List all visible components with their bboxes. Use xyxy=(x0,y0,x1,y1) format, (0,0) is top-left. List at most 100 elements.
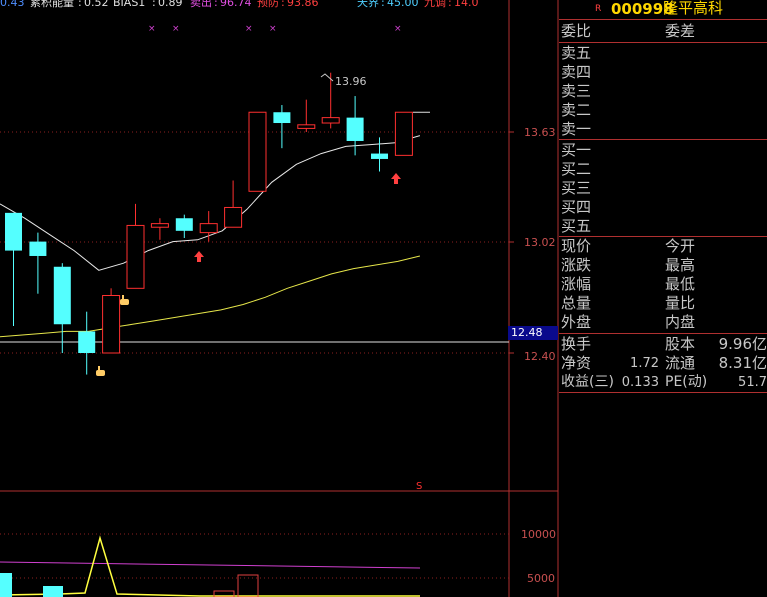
signal-marker: S xyxy=(416,481,422,492)
last-price-label: 12.48 xyxy=(508,326,558,340)
net-asset-value: 1.72 xyxy=(630,356,659,371)
buy-row-1: 买一 xyxy=(561,141,592,159)
panel-divider xyxy=(559,19,767,20)
y-tick-label: 12.40 xyxy=(524,350,556,363)
quote-label-vol-ratio: 量比 xyxy=(665,294,696,312)
energy-colon: : xyxy=(78,0,82,9)
stock-header: R xyxy=(595,0,601,19)
ma-short-line xyxy=(0,135,421,271)
eps-value: 0.133 xyxy=(621,375,659,390)
panel-divider xyxy=(559,392,767,393)
space-colon: : xyxy=(448,0,452,9)
volume-bar xyxy=(0,573,12,597)
candle-body xyxy=(126,224,145,289)
buy-arrow-icon xyxy=(194,251,204,262)
high-annotation: 13.96 xyxy=(335,75,367,88)
hand-pointer-icon xyxy=(120,295,129,305)
volume-ma-line xyxy=(0,561,421,569)
bias-value: 0.89 xyxy=(158,0,183,9)
space-value: 14.0 xyxy=(454,0,479,9)
bias-label: BIAS1 xyxy=(113,0,146,9)
sky-colon: : xyxy=(381,0,385,9)
warn-value: 93.86 xyxy=(287,0,319,9)
candle-body xyxy=(150,223,169,228)
pe-value: 51.7 xyxy=(738,375,767,390)
volume-pane xyxy=(0,535,421,597)
markers-group: × × × × × 13.96 S xyxy=(96,24,422,492)
buy-row-2: 买二 xyxy=(561,160,592,178)
quote-label-volume: 总量 xyxy=(561,294,592,312)
space-label: 九调 xyxy=(424,0,446,9)
indicator-first-value: 0.43 xyxy=(0,0,25,9)
candle-body xyxy=(102,295,121,354)
y-tick-label: 13.02 xyxy=(524,236,556,249)
net-asset-label: 净资 xyxy=(561,354,592,372)
pe-label: PE(动) xyxy=(665,374,708,390)
float-label: 流通 xyxy=(665,354,696,372)
candle-body xyxy=(175,218,193,231)
energy-label: 累积能量 xyxy=(30,0,74,9)
indicator-bar: 0.43 累积能量 : 0.52 BIAS1 : 0.89 卖出 : 96.74… xyxy=(0,0,510,12)
quote-label-change: 涨跌 xyxy=(561,256,592,274)
sell-row-3: 卖三 xyxy=(561,82,592,100)
ma-short-path xyxy=(0,135,421,271)
quote-label-change-pct: 涨幅 xyxy=(561,275,592,293)
quote-label-high: 最高 xyxy=(665,256,696,274)
candle-body xyxy=(53,266,71,325)
candle-body xyxy=(29,241,47,256)
quote-label-inner: 内盘 xyxy=(665,313,696,331)
y-tick-label: 13.63 xyxy=(524,126,556,139)
x-marker: × xyxy=(172,24,180,34)
candle-body xyxy=(248,111,267,192)
candle-body xyxy=(394,111,413,156)
panel-divider xyxy=(559,236,767,237)
share-cap-value: 9.96亿 xyxy=(718,335,767,353)
sell-row-2: 卖二 xyxy=(561,101,592,119)
buy-row-4: 买四 xyxy=(561,198,592,216)
sky-label: 天界 xyxy=(357,0,379,9)
x-marker: × xyxy=(269,24,277,34)
quote-label-price: 现价 xyxy=(561,237,592,255)
wei-cha-label: 委差 xyxy=(665,22,696,40)
eps-label: 收益(三) xyxy=(561,374,614,390)
quote-panel: R 000998 隆平高科 委比 委差 卖五 卖四 卖三 卖二 卖一 买一 买二… xyxy=(559,0,767,597)
buy-row-3: 买三 xyxy=(561,179,592,197)
share-cap-label: 股本 xyxy=(665,335,696,353)
buy-arrow-icon xyxy=(391,173,401,184)
warn-colon: : xyxy=(281,0,285,9)
sell-row-4: 卖四 xyxy=(561,63,592,81)
volume-bar xyxy=(43,586,63,597)
turnover-label: 换手 xyxy=(561,335,592,353)
candle-body xyxy=(5,212,22,251)
candle-body xyxy=(78,331,96,353)
candles-group xyxy=(5,72,430,375)
x-marker: × xyxy=(394,24,402,34)
bias-colon: : xyxy=(152,0,156,9)
sell-label: 卖出 xyxy=(190,0,212,9)
candle-body xyxy=(297,124,316,129)
sell-row-5: 卖五 xyxy=(561,44,592,62)
stock-name: 隆平高科 xyxy=(663,0,724,17)
quote-label-open: 今开 xyxy=(665,237,696,255)
sell-colon: : xyxy=(214,0,218,9)
candle-body xyxy=(321,117,340,124)
warn-label: 预防 xyxy=(257,0,279,9)
x-marker: × xyxy=(245,24,253,34)
panel-divider xyxy=(559,139,767,140)
candle-body xyxy=(371,153,388,159)
buy-row-5: 买五 xyxy=(561,217,592,235)
x-marker: × xyxy=(148,24,156,34)
sell-row-1: 卖一 xyxy=(561,120,592,138)
hand-pointer-icon xyxy=(96,366,105,376)
candle-body xyxy=(273,112,291,124)
candle-body xyxy=(224,206,243,228)
float-value: 8.31亿 xyxy=(718,354,767,372)
wei-bi-label: 委比 xyxy=(561,22,592,40)
sell-value: 96.74 xyxy=(220,0,252,9)
panel-divider xyxy=(559,333,767,334)
panel-divider xyxy=(559,42,767,43)
volume-tick-label: 10000 xyxy=(521,528,556,541)
quote-label-outer: 外盘 xyxy=(561,313,592,331)
candle-body xyxy=(346,117,364,141)
stock-code-prefix: R xyxy=(595,4,602,14)
